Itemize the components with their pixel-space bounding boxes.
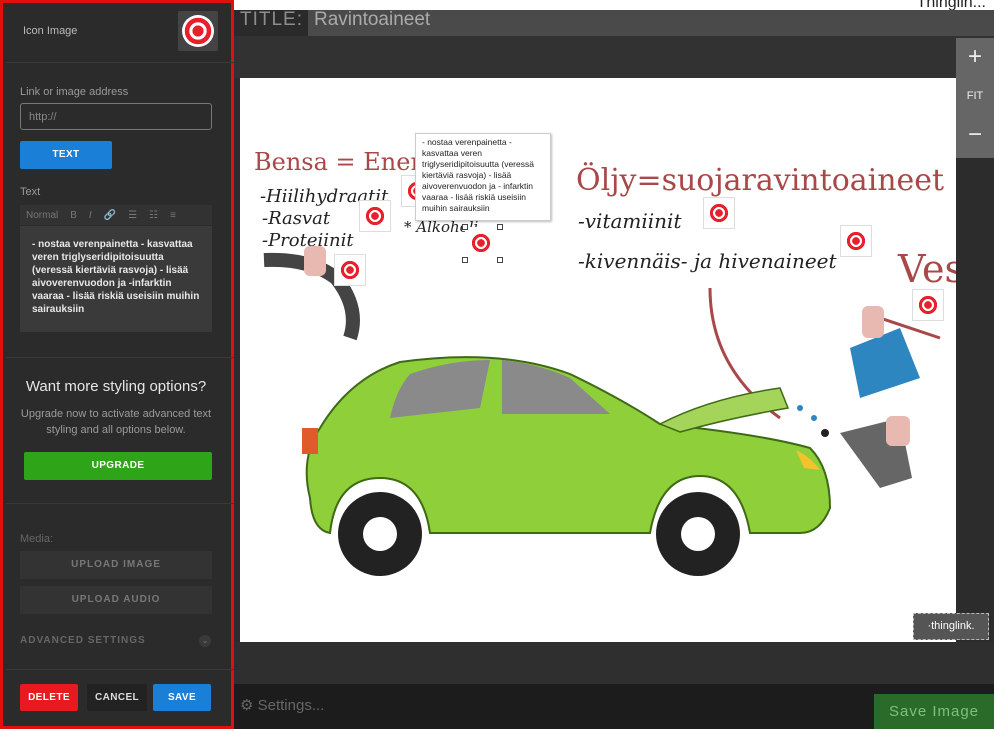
water-drop-2: [811, 415, 817, 421]
hotspot-tag[interactable]: [334, 254, 366, 286]
hotspot-tag[interactable]: [840, 225, 872, 257]
text-button[interactable]: TEXT: [20, 141, 112, 169]
title-bar: TITLE: Ravintoaineet: [232, 10, 994, 36]
divider: [6, 669, 234, 670]
water-drop: [797, 405, 803, 411]
icon-image-picker[interactable]: [178, 11, 218, 51]
resize-handle[interactable]: [462, 224, 468, 230]
hand-left: [304, 246, 326, 276]
target-icon: [845, 230, 867, 252]
target-icon: [182, 15, 214, 47]
icon-image-label: Icon Image: [23, 25, 78, 37]
image-canvas[interactable]: Bensa = Energiaravi Öljy=suojaravintoain…: [240, 78, 956, 642]
unordered-list-icon[interactable]: ☷: [149, 210, 158, 221]
upgrade-title: Want more styling options?: [25, 378, 207, 395]
text-toolbar: Normal B I 🔗 ☰ ☷ ≡: [20, 205, 212, 225]
target-icon: [339, 259, 361, 281]
bold-button[interactable]: B: [70, 210, 77, 221]
title-label: TITLE:: [240, 9, 304, 30]
stage-top-band: [232, 36, 994, 78]
vesi-text: Vesi: [897, 247, 956, 291]
divider: [6, 357, 234, 358]
text-label: Text: [20, 186, 41, 198]
target-icon: [364, 205, 386, 227]
resize-handle[interactable]: [497, 224, 503, 230]
text-editor[interactable]: - nostaa verenpainetta - kasvattaa veren…: [20, 226, 212, 332]
italic-button[interactable]: I: [89, 210, 92, 221]
gear-icon: ⚙: [240, 697, 254, 714]
save-image-button[interactable]: Save Image: [874, 694, 994, 729]
upgrade-button[interactable]: UPGRADE: [24, 452, 212, 480]
link-icon[interactable]: 🔗: [104, 210, 116, 221]
upload-image-button[interactable]: UPLOAD IMAGE: [20, 551, 212, 579]
rasvat-text: -Rasvat: [262, 208, 331, 229]
chevron-down-icon[interactable]: ⌄: [199, 635, 211, 647]
hotspot-tag[interactable]: [912, 289, 944, 321]
upgrade-text: Upgrade now to activate advanced text st…: [20, 408, 212, 436]
car-illustration: Bensa = Energiaravi Öljy=suojaravintoain…: [254, 148, 956, 576]
save-button[interactable]: SAVE: [153, 684, 211, 711]
cancel-button[interactable]: CANCEL: [87, 684, 147, 711]
ordered-list-icon[interactable]: ☰: [128, 210, 137, 221]
zoom-out-button[interactable]: −: [956, 118, 994, 152]
oljy-text: Öljy=suojaravintoaineet: [576, 162, 944, 198]
format-select[interactable]: Normal: [26, 210, 58, 221]
taillight: [302, 428, 318, 454]
title-input[interactable]: Ravintoaineet: [308, 10, 994, 36]
vitamiinit-text: -vitamiinit: [578, 209, 682, 233]
link-input[interactable]: http://: [20, 103, 212, 130]
oil-drop: [821, 429, 829, 437]
advanced-settings-toggle[interactable]: ADVANCED SETTINGS: [20, 635, 146, 646]
stage-bottom-band: [232, 642, 994, 684]
hotspot-tag-selected[interactable]: [465, 227, 497, 259]
editor-window: Thinglin... TITLE: Ravintoaineet + FIT −…: [0, 0, 994, 729]
target-icon: [470, 232, 492, 254]
icon-image-section: Icon Image: [6, 3, 234, 63]
resize-handle[interactable]: [462, 257, 468, 263]
link-label: Link or image address: [20, 86, 129, 98]
hotspot-tag[interactable]: [703, 197, 735, 229]
tag-editor-sidebar: Icon Image Link or image address http://…: [0, 0, 234, 729]
car-hood: [658, 387, 790, 433]
watering-can: [850, 328, 920, 398]
settings-link[interactable]: ⚙ Settings...: [240, 696, 324, 714]
upload-audio-button[interactable]: UPLOAD AUDIO: [20, 586, 212, 614]
align-icon[interactable]: ≡: [170, 210, 176, 221]
zoom-in-button[interactable]: +: [956, 40, 994, 74]
footer-bar: ⚙ Settings... Save Image: [232, 684, 994, 729]
target-icon: [708, 202, 730, 224]
hotspot-tooltip: - nostaa verenpainetta - kasvattaa veren…: [415, 133, 551, 221]
front-hub: [681, 517, 715, 551]
delete-button[interactable]: DELETE: [20, 684, 78, 711]
kivennais-text: -kivennäis- ja hivenaineet: [578, 249, 838, 273]
rear-hub: [363, 517, 397, 551]
resize-handle[interactable]: [497, 257, 503, 263]
settings-label: Settings...: [257, 697, 325, 714]
divider: [6, 503, 234, 504]
zoom-fit-button[interactable]: FIT: [956, 88, 994, 104]
hand-right: [862, 306, 884, 338]
hand-oil: [886, 416, 910, 446]
hotspot-tag[interactable]: [359, 200, 391, 232]
zoom-controls: + FIT −: [956, 38, 994, 158]
target-icon: [917, 294, 939, 316]
media-label: Media:: [20, 533, 54, 545]
thinglink-logo[interactable]: ·thinglink.: [913, 613, 989, 640]
